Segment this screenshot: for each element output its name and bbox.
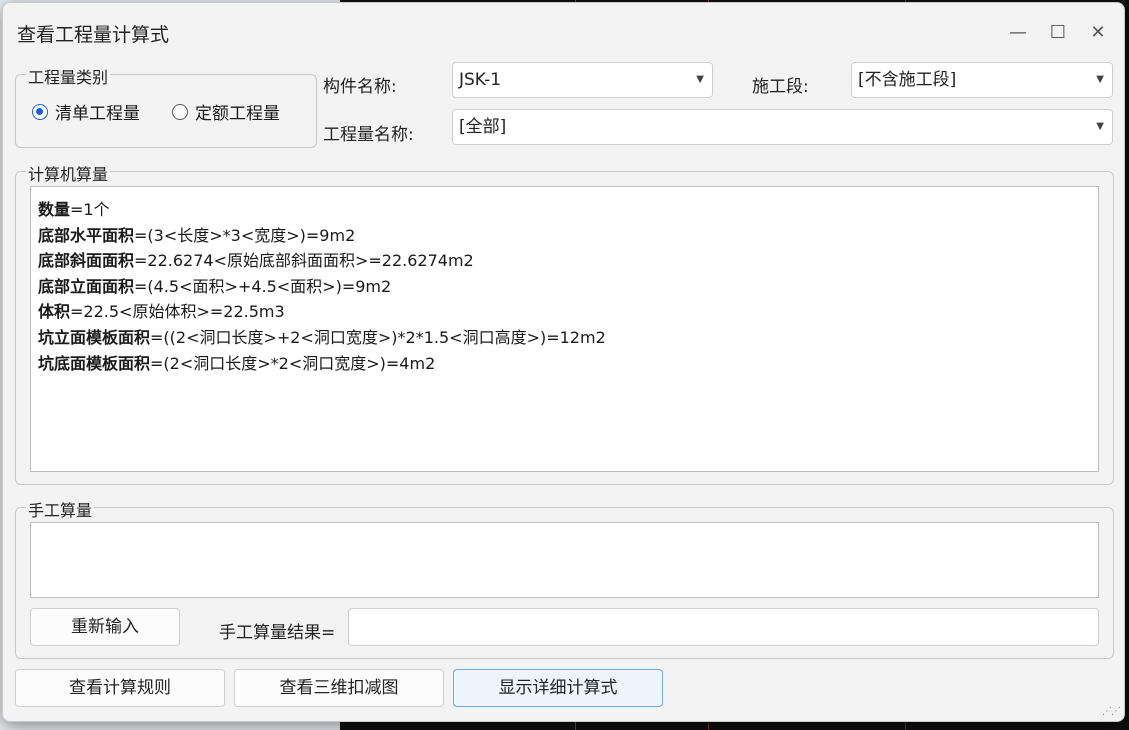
reinput-button[interactable]: 重新输入 (30, 608, 180, 646)
show-detail-formula-button[interactable]: 显示详细计算式 (453, 669, 663, 707)
formula-line: 坑立面模板面积=((2<洞口长度>+2<洞口宽度>)*2*1.5<洞口高度>)=… (38, 327, 606, 347)
view-3d-deduction-button[interactable]: 查看三维扣减图 (234, 669, 444, 707)
dropdown-arrow-icon: ▼ (1096, 74, 1104, 85)
computer-calc-textarea[interactable]: 数量=1个 底部水平面积=(3<长度>*3<宽度>)=9m2 底部斜面面积=22… (30, 186, 1099, 472)
component-name-label: 构件名称: (323, 77, 397, 97)
radio-label: 清单工程量 (55, 104, 140, 124)
radio-bill-quantity[interactable]: 清单工程量 (32, 99, 140, 124)
dropdown-arrow-icon: ▼ (696, 74, 704, 85)
manual-result-input[interactable] (348, 608, 1099, 646)
computer-calc-title: 计算机算量 (26, 161, 111, 185)
formula-list: 数量=1个 底部水平面积=(3<长度>*3<宽度>)=9m2 底部斜面面积=22… (38, 197, 606, 376)
quantity-formula-dialog: 查看工程量计算式 — ☐ ✕ 工程量类别 清单工程量 定额工程量 构件名称: J… (2, 2, 1125, 722)
dialog-title: 查看工程量计算式 (17, 24, 170, 46)
radio-unchecked-icon[interactable] (172, 103, 188, 120)
quantity-name-label: 工程量名称: (323, 125, 414, 145)
view-calc-rules-button[interactable]: 查看计算规则 (15, 669, 225, 707)
segment-combo[interactable]: [不含施工段] ▼ (851, 62, 1113, 98)
component-name-combo[interactable]: JSK-1 ▼ (452, 62, 713, 98)
radio-label: 定额工程量 (195, 104, 280, 124)
formula-line: 底部立面面积=(4.5<面积>+4.5<面积>)=9m2 (38, 276, 392, 296)
manual-calc-textarea[interactable] (30, 522, 1099, 598)
quantity-type-group: 工程量类别 清单工程量 定额工程量 (15, 64, 317, 148)
segment-value: [不含施工段] (858, 70, 957, 90)
formula-line: 底部斜面面积=22.6274<原始底部斜面面积>=22.6274m2 (38, 251, 474, 271)
formula-line: 底部水平面积=(3<长度>*3<宽度>)=9m2 (38, 225, 356, 245)
dropdown-arrow-icon: ▼ (1096, 121, 1104, 132)
quantity-type-title: 工程量类别 (26, 64, 111, 88)
formula-line: 数量=1个 (38, 200, 110, 219)
close-button[interactable]: ✕ (1083, 17, 1113, 47)
quantity-name-value: [全部] (459, 117, 507, 137)
radio-checked-icon[interactable] (32, 103, 48, 120)
formula-line: 坑底面模板面积=(2<洞口长度>*2<洞口宽度>)=4m2 (38, 353, 436, 373)
component-name-value: JSK-1 (459, 70, 502, 90)
radio-quota-quantity[interactable]: 定额工程量 (172, 99, 280, 124)
manual-result-label: 手工算量结果= (219, 623, 336, 643)
computer-calc-group: 计算机算量 数量=1个 底部水平面积=(3<长度>*3<宽度>)=9m2 底部斜… (15, 161, 1114, 485)
resize-grip-icon[interactable]: ⋰⋰ (1102, 706, 1121, 717)
title-bar[interactable]: 查看工程量计算式 — ☐ ✕ (3, 3, 1124, 61)
manual-calc-group: 手工算量 重新输入 手工算量结果= (15, 497, 1114, 659)
maximize-button[interactable]: ☐ (1043, 17, 1073, 47)
formula-line: 体积=22.5<原始体积>=22.5m3 (38, 302, 285, 322)
quantity-name-combo[interactable]: [全部] ▼ (452, 109, 1113, 145)
minimize-button[interactable]: — (1003, 17, 1033, 47)
segment-label: 施工段: (752, 77, 809, 97)
manual-calc-title: 手工算量 (26, 497, 95, 521)
